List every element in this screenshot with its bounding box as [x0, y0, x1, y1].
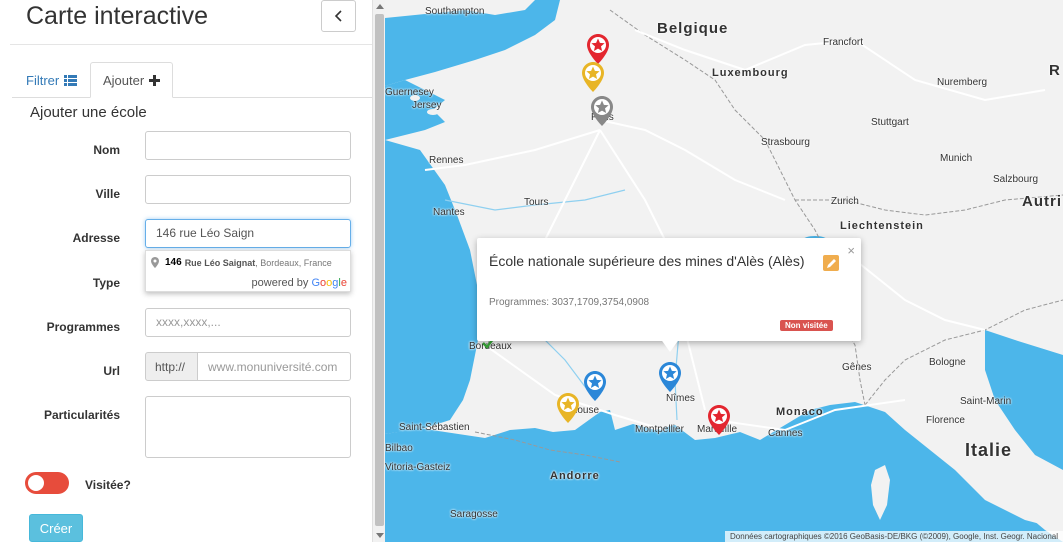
- tab-add-label: Ajouter: [103, 72, 145, 88]
- city-label: Strasbourg: [761, 137, 810, 148]
- scroll-thumb[interactable]: [375, 14, 384, 526]
- name-label: Nom: [93, 143, 120, 157]
- tab-bar: Filtrer Ajouter: [12, 62, 372, 98]
- name-input[interactable]: [145, 131, 351, 160]
- powered-by-text: powered by: [251, 277, 309, 289]
- school-marker-red[interactable]: [708, 405, 730, 435]
- tab-filter[interactable]: Filtrer: [14, 62, 89, 98]
- pencil-icon: [826, 258, 836, 268]
- url-label: Url: [103, 364, 120, 378]
- google-logo-letter: e: [340, 277, 347, 289]
- school-marker-gray[interactable]: [591, 96, 613, 126]
- country-label: Luxembourg: [712, 67, 789, 79]
- country-label: R: [1049, 62, 1061, 79]
- particularities-label: Particularités: [43, 408, 120, 422]
- infowindow-title: École nationale supérieure des mines d'A…: [489, 253, 805, 269]
- city-label: Bilbao: [385, 443, 413, 454]
- divider: [10, 44, 372, 45]
- city-label: Nantes: [433, 207, 465, 218]
- city-label: Nîmes: [666, 393, 695, 404]
- city-label: Stuttgart: [871, 117, 909, 128]
- city-label: Saint-Marin: [960, 396, 1012, 407]
- map-attribution: Données cartographiques ©2016 GeoBasis-D…: [725, 531, 1063, 542]
- school-marker-blue[interactable]: [584, 371, 606, 401]
- autocomplete-suggestion[interactable]: 146 Rue Léo Saignat, Bordeaux, France: [151, 257, 332, 268]
- city-label: Montpellier: [635, 424, 684, 435]
- autocomplete-street: Rue Léo Saignat: [184, 257, 256, 268]
- visited-toggle[interactable]: [25, 472, 69, 494]
- city-label: Cannes: [768, 428, 803, 439]
- list-icon: [64, 74, 78, 86]
- powered-by-google: powered by Google: [252, 277, 347, 289]
- autocomplete-match: 146: [165, 257, 182, 268]
- edit-button[interactable]: [823, 255, 839, 271]
- side-panel: Carte interactive Filtrer Ajouter Ajoute…: [0, 0, 372, 542]
- school-marker-yellow[interactable]: [557, 393, 579, 423]
- particularities-textarea[interactable]: [145, 396, 351, 458]
- school-marker-blue[interactable]: [659, 362, 681, 392]
- city-label: Tours: [524, 197, 549, 208]
- toggle-knob: [28, 475, 44, 491]
- address-label: Adresse: [72, 231, 120, 245]
- infowindow-tail: [660, 338, 680, 352]
- tab-filter-label: Filtrer: [26, 72, 60, 88]
- city-label: Florence: [926, 415, 965, 426]
- school-marker-red[interactable]: [587, 34, 609, 64]
- country-label: Monaco: [776, 406, 824, 418]
- country-label: Belgique: [657, 20, 729, 37]
- url-input[interactable]: www.monuniversité.com: [197, 352, 351, 381]
- autocomplete-locality: , Bordeaux, France: [255, 257, 332, 268]
- city-label: Rennes: [429, 155, 464, 166]
- city-label: Nuremberg: [937, 77, 988, 88]
- google-logo-letter: G: [311, 277, 321, 289]
- url-prefix: http://: [145, 352, 198, 381]
- tab-add[interactable]: Ajouter: [90, 62, 174, 98]
- collapse-panel-button[interactable]: [321, 0, 356, 32]
- scroll-up-arrow-icon[interactable]: [376, 4, 384, 9]
- autocomplete-rest: Rue Léo Saignat, Bordeaux, France: [185, 258, 332, 268]
- city-label: Salzbourg: [993, 174, 1039, 185]
- page-title: Carte interactive: [26, 2, 209, 30]
- infowindow-programs: Programmes: 3037,1709,3754,0908: [489, 297, 650, 308]
- address-autocomplete: 146 Rue Léo Saignat, Bordeaux, France po…: [145, 250, 351, 292]
- programs-placeholder: xxxx,xxxx,...: [156, 315, 221, 329]
- visited-label: Visitée?: [85, 478, 131, 492]
- country-label: Autri: [1022, 193, 1062, 210]
- plus-icon: [149, 74, 161, 86]
- city-label: Saragosse: [450, 509, 498, 520]
- country-label: Liechtenstein: [840, 220, 924, 232]
- city-label: Zurich: [831, 196, 859, 207]
- chevron-left-icon: [334, 10, 342, 22]
- city-label: Vitoria-Gasteiz: [385, 462, 451, 473]
- city-label: Southampton: [425, 6, 485, 17]
- city-input[interactable]: [145, 175, 351, 204]
- address-input[interactable]: 146 rue Léo Saign: [145, 219, 351, 248]
- panel-scrollbar[interactable]: [372, 0, 385, 542]
- map[interactable]: Belgique Luxembourg Italie Monaco Andorr…: [385, 0, 1063, 542]
- city-label: Gênes: [842, 362, 872, 373]
- city-label: Saint-Sébastien: [399, 422, 470, 433]
- scroll-down-arrow-icon[interactable]: [376, 533, 384, 538]
- school-marker-yellow[interactable]: [582, 62, 604, 92]
- programs-input[interactable]: xxxx,xxxx,...: [145, 308, 351, 337]
- map-infowindow: École nationale supérieure des mines d'A…: [477, 238, 861, 352]
- create-button[interactable]: Créer: [29, 514, 83, 542]
- city-label: Ville: [95, 187, 120, 201]
- city-label: Guernesey: [385, 87, 434, 98]
- city-label: Jersey: [412, 100, 442, 111]
- map-pin-icon: [151, 257, 159, 268]
- form-heading: Ajouter une école: [30, 104, 147, 121]
- city-label: Bologne: [929, 357, 966, 368]
- country-label: Andorre: [550, 470, 600, 482]
- programs-label: Programmes: [46, 320, 120, 334]
- status-badge: Non visitée: [780, 320, 833, 331]
- city-label: Francfort: [823, 37, 864, 48]
- city-label: Munich: [940, 153, 973, 164]
- close-icon[interactable]: ×: [847, 243, 855, 258]
- country-label: Italie: [965, 440, 1013, 460]
- type-label: Type: [92, 276, 120, 290]
